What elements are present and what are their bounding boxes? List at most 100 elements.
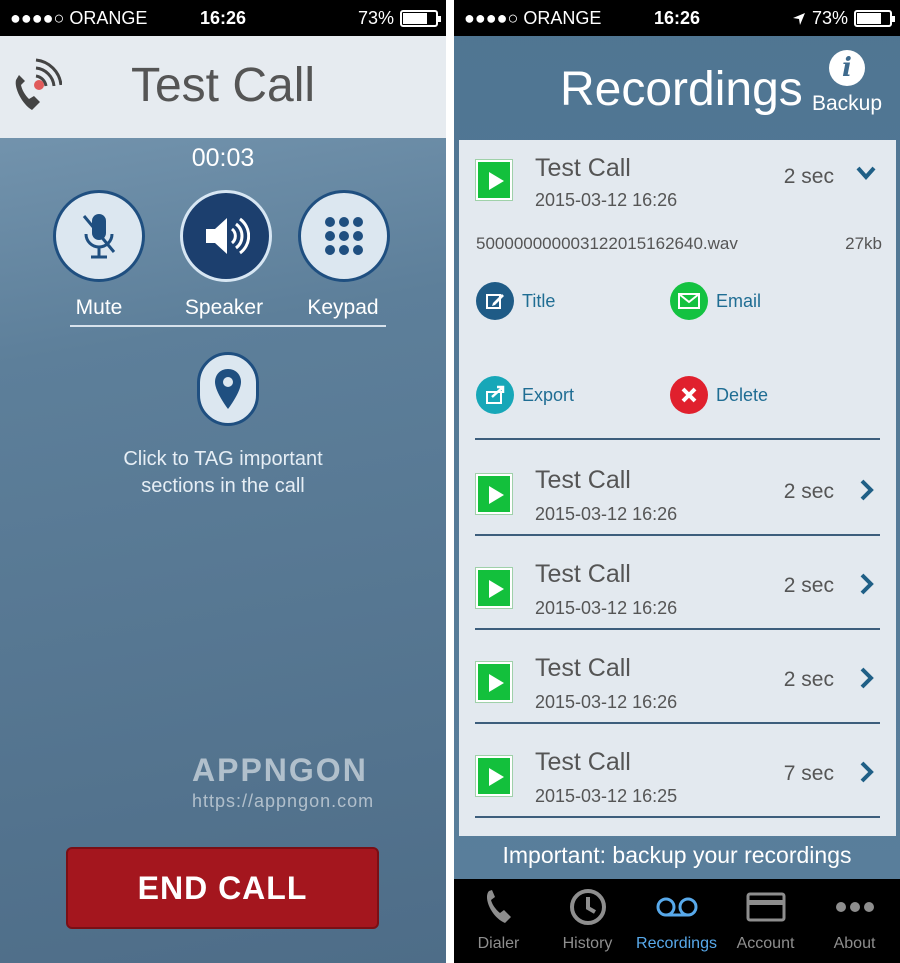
tab-label: Dialer: [477, 935, 520, 952]
battery-status: 73%: [357, 8, 441, 29]
tag-hint: Click to TAG important sections in the c…: [0, 446, 446, 500]
recording-date: 2015-03-12 16:26: [535, 598, 678, 618]
recording-date: 2015-03-12 16:25: [535, 786, 678, 806]
play-button[interactable]: [476, 756, 512, 796]
chevron-right-icon[interactable]: [854, 760, 878, 784]
recording-row[interactable]: Test Call 2015-03-12 16:26 2 sec: [459, 630, 896, 724]
tab-label: About: [833, 935, 876, 952]
recording-date: 2015-03-12 16:26: [535, 692, 678, 712]
recording-title: Test Call: [535, 560, 631, 588]
tab-bar: Dialer History Recordings Account About: [454, 879, 900, 963]
battery-icon: [854, 10, 895, 27]
speaker-button[interactable]: [180, 190, 272, 282]
tab-account[interactable]: Account: [721, 879, 810, 963]
call-header: Test Call: [0, 36, 446, 138]
recording-filesize: 27kb: [845, 234, 882, 253]
voicemail-icon: [656, 897, 697, 917]
watermark-url: https://appngon.com: [192, 791, 375, 811]
recording-date: 2015-03-12 16:26: [535, 504, 678, 524]
keypad-label: Keypad: [307, 296, 379, 319]
play-button[interactable]: [476, 568, 512, 608]
call-timer: 00:03: [191, 144, 255, 172]
recordings-header: Recordings i Backup: [454, 36, 900, 138]
tab-label: Recordings: [636, 935, 717, 952]
call-screen: ●●●●○ ORANGE 16:26 73% Test Call 00:03 M…: [0, 0, 446, 963]
recording-row[interactable]: Test Call 2015-03-12 16:26 2 sec: [459, 536, 896, 630]
chevron-right-icon[interactable]: [854, 572, 878, 596]
keypad-icon: [325, 217, 363, 255]
recording-row[interactable]: Test Call 2015-03-12 16:26 2 sec: [459, 442, 896, 536]
battery-percent: 73%: [357, 8, 394, 28]
credit-card-icon: [746, 892, 785, 922]
battery-status: 73%: [792, 8, 895, 29]
backup-button[interactable]: i Backup: [812, 50, 882, 116]
tab-dialer[interactable]: Dialer: [454, 879, 543, 963]
email-action-label: Email: [716, 290, 762, 311]
tab-label: Account: [736, 935, 795, 952]
delete-action-label: Delete: [716, 384, 769, 405]
controls-divider: [70, 325, 386, 327]
recording-title: Test Call: [535, 748, 631, 776]
recording-date: 2015-03-12 16:26: [535, 190, 678, 210]
title-action-label: Title: [522, 290, 556, 311]
recording-title: Test Call: [535, 654, 631, 682]
backup-notice: Important: backup your recordings: [502, 842, 852, 868]
export-action[interactable]: Export: [476, 376, 574, 414]
phone-icon: [486, 890, 511, 923]
play-button[interactable]: [476, 662, 512, 702]
edit-icon: [476, 282, 514, 320]
tab-about[interactable]: About: [810, 879, 899, 963]
export-action-label: Export: [522, 384, 575, 405]
title-action[interactable]: Title: [476, 282, 555, 320]
page-title: Test Call: [130, 59, 316, 112]
end-call-button[interactable]: END CALL: [66, 847, 379, 929]
status-bar: ●●●●○ ORANGE 16:26 73%: [0, 0, 446, 36]
recording-row-expanded[interactable]: Test Call 2015-03-12 16:26 2 sec 5000000…: [459, 140, 896, 440]
delete-action[interactable]: Delete: [670, 376, 768, 414]
mute-button[interactable]: [53, 190, 145, 282]
tag-hint-line2: sections in the call: [141, 475, 305, 497]
keypad-button[interactable]: [298, 190, 390, 282]
tag-button[interactable]: [197, 352, 259, 426]
tab-history[interactable]: History: [543, 879, 632, 963]
recording-duration: 2 sec: [783, 165, 834, 188]
battery-icon: [400, 10, 441, 27]
watermark: APPNGON https://appngon.com: [192, 752, 374, 812]
recordings-screen: ●●●●○ ORANGE 16:26 73% Recordings i Back…: [454, 0, 900, 963]
recording-row[interactable]: Test Call 2015-03-12 16:25 7 sec: [459, 724, 896, 818]
recording-duration: 2 sec: [783, 668, 834, 691]
speaker-label: Speaker: [184, 296, 264, 319]
delete-icon: [670, 376, 708, 414]
export-icon: [476, 376, 514, 414]
tab-recordings[interactable]: Recordings: [632, 879, 721, 963]
info-icon: i: [829, 50, 865, 86]
recording-title: Test Call: [535, 466, 631, 494]
email-icon: [670, 282, 708, 320]
microphone-muted-icon: [82, 214, 116, 259]
chevron-right-icon[interactable]: [854, 478, 878, 502]
recording-filename: 500000000003122015162640.wav: [476, 234, 738, 253]
location-pin-icon: [215, 369, 241, 409]
tag-hint-line1: Click to TAG important: [123, 448, 323, 470]
recording-duration: 2 sec: [783, 480, 834, 503]
chevron-right-icon[interactable]: [854, 666, 878, 690]
mute-label: Mute: [75, 296, 123, 319]
watermark-brand: APPNGON: [192, 752, 368, 788]
location-arrow-icon: [792, 12, 805, 25]
recording-duration: 2 sec: [783, 574, 834, 597]
row-divider: [475, 438, 880, 440]
recordings-list: Test Call 2015-03-12 16:26 2 sec 5000000…: [459, 140, 896, 836]
play-button[interactable]: [476, 160, 512, 200]
page-title: Recordings: [560, 63, 803, 116]
play-button[interactable]: [476, 474, 512, 514]
chevron-down-icon[interactable]: [854, 160, 878, 184]
backup-label: Backup: [812, 92, 883, 115]
battery-percent: 73%: [811, 8, 848, 28]
recording-title: Test Call: [535, 154, 631, 182]
more-icon: [835, 902, 874, 912]
status-bar: ●●●●○ ORANGE 16:26 73%: [454, 0, 900, 36]
tab-label: History: [562, 935, 613, 952]
speaker-icon: [206, 217, 250, 255]
recording-duration: 7 sec: [783, 762, 834, 785]
email-action[interactable]: Email: [670, 282, 761, 320]
